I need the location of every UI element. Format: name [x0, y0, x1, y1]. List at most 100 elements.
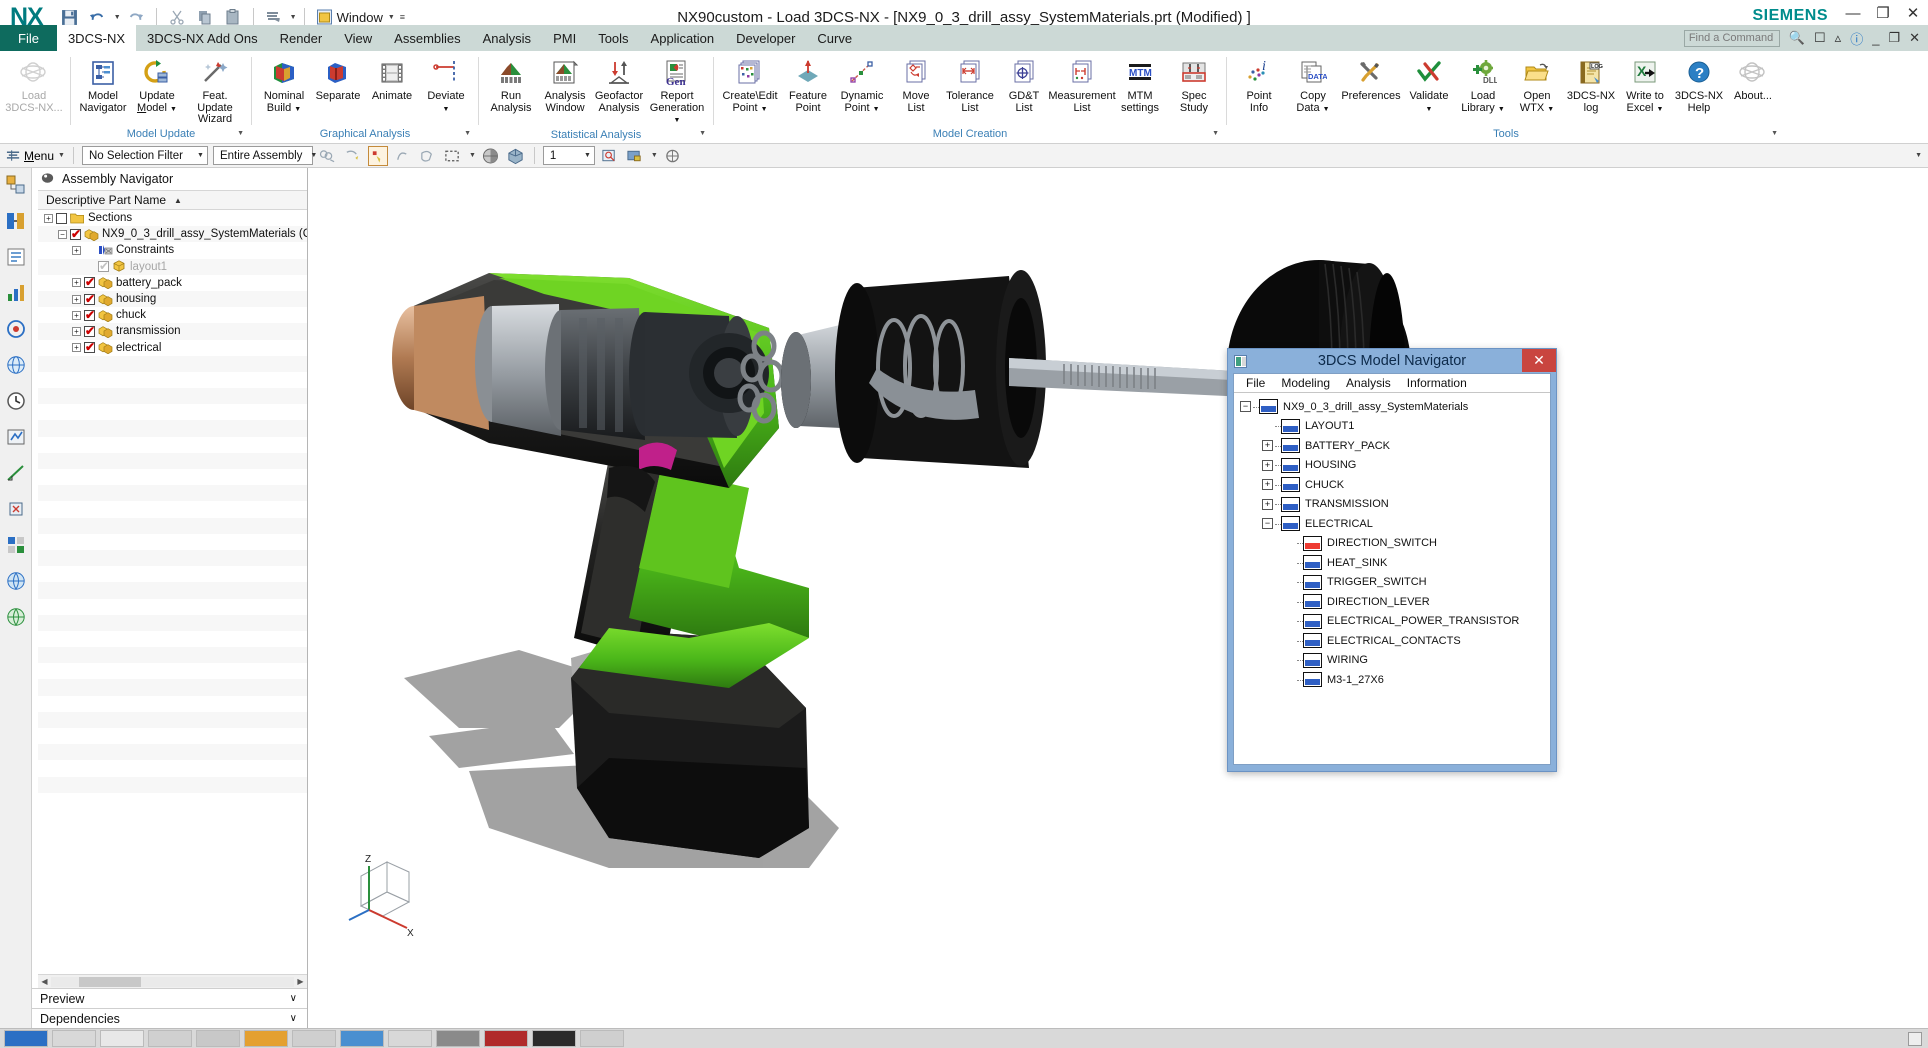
chevron-down-icon[interactable]: ∨: [290, 1013, 297, 1024]
validate-button[interactable]: Validate▼: [1402, 56, 1456, 116]
tab-view[interactable]: View: [333, 25, 383, 51]
taskbar-item[interactable]: [580, 1030, 624, 1047]
status-chip-blue[interactable]: [1303, 575, 1322, 590]
expand-icon[interactable]: +: [72, 246, 81, 255]
run-analysis-button[interactable]: RunAnalysis: [484, 56, 538, 115]
select-face-icon[interactable]: [418, 146, 438, 166]
taskbar-item[interactable]: [100, 1030, 144, 1047]
create-edit-point-button[interactable]: Create\EditPoint ▼: [719, 56, 781, 116]
model-navigator-row[interactable]: −NX9_0_3_drill_assy_SystemMaterials: [1238, 397, 1548, 417]
assembly-tree[interactable]: +Sections−NX9_0_3_drill_assy_SystemMater…: [38, 210, 307, 974]
paste-special-caret[interactable]: ▼: [290, 14, 297, 21]
restore-icon[interactable]: ❐: [1874, 4, 1892, 22]
hscroll-thumb[interactable]: [79, 977, 141, 987]
model-navigator-row[interactable]: HEAT_SINK: [1238, 553, 1548, 573]
status-chip-blue[interactable]: [1303, 614, 1322, 629]
dialog-menu-information[interactable]: Information: [1399, 376, 1475, 390]
taskbar-item[interactable]: [340, 1030, 384, 1047]
status-chip-blue[interactable]: [1281, 438, 1300, 453]
model-navigator-row[interactable]: −ELECTRICAL: [1238, 514, 1548, 534]
animate-button[interactable]: Animate: [365, 56, 419, 104]
expand-icon[interactable]: +: [72, 311, 81, 320]
tab-assemblies[interactable]: Assemblies: [383, 25, 471, 51]
close-icon[interactable]: ✕: [1904, 4, 1922, 22]
shaded-icon[interactable]: [481, 146, 501, 166]
status-chip-blue[interactable]: [1281, 516, 1300, 531]
taskbar-item[interactable]: [484, 1030, 528, 1047]
3dcs-nx-log-button[interactable]: LOG 3DCS-NXlog: [1564, 56, 1618, 115]
part-visibility-checkbox[interactable]: [98, 261, 109, 272]
dialog-menu-file[interactable]: File: [1238, 376, 1273, 390]
analysis-window-button[interactable]: AnalysisWindow: [538, 56, 592, 115]
spec-study-button[interactable]: SpecStudy: [1167, 56, 1221, 115]
collapse-icon[interactable]: −: [1262, 518, 1273, 529]
solid-icon[interactable]: [506, 146, 526, 166]
preferences-button[interactable]: Preferences: [1340, 56, 1402, 104]
model-navigator-row[interactable]: +CHUCK: [1238, 475, 1548, 495]
search-icon[interactable]: 🔍: [1789, 30, 1805, 46]
tab-analysis[interactable]: Analysis: [472, 25, 542, 51]
scroll-right-icon[interactable]: ▶: [294, 977, 307, 986]
web-browser-rail-icon[interactable]: [3, 352, 29, 378]
globe-rail-icon[interactable]: [3, 568, 29, 594]
status-chip-blue[interactable]: [1281, 477, 1300, 492]
expand-icon[interactable]: +: [72, 343, 81, 352]
window-menu[interactable]: Window ▼ ≡: [316, 9, 405, 25]
part-visibility-checkbox[interactable]: [84, 294, 95, 305]
taskbar-item[interactable]: [532, 1030, 576, 1047]
selection-filter-combo[interactable]: No Selection Filter ▼: [82, 146, 208, 165]
status-chip-blue[interactable]: [1303, 672, 1322, 687]
model-navigator-row[interactable]: LAYOUT1: [1238, 417, 1548, 437]
part-visibility-checkbox[interactable]: [84, 277, 95, 288]
chevron-down-icon[interactable]: ∨: [290, 993, 297, 1004]
geofactor-analysis-button[interactable]: GeofactorAnalysis: [592, 56, 646, 115]
gdt-list-button[interactable]: GD&TList: [997, 56, 1051, 115]
tab-file[interactable]: File: [0, 25, 57, 51]
nominal-build-button[interactable]: NominalBuild ▼: [257, 56, 311, 116]
tab-tools[interactable]: Tools: [587, 25, 639, 51]
dialog-menu-modeling[interactable]: Modeling: [1273, 376, 1338, 390]
3dcs-nx-help-button[interactable]: ? 3DCS-NXHelp: [1672, 56, 1726, 115]
model-navigator-row[interactable]: ELECTRICAL_CONTACTS: [1238, 631, 1548, 651]
group-expand-caret[interactable]: ▼: [699, 127, 706, 141]
taskbar-item[interactable]: [388, 1030, 432, 1047]
dialog-close-button[interactable]: ✕: [1522, 349, 1556, 372]
feat-update-wizard-button[interactable]: Feat. UpdateWizard: [184, 56, 246, 127]
taskbar-item[interactable]: [148, 1030, 192, 1047]
assembly-tree-row[interactable]: −NX9_0_3_drill_assy_SystemMaterials (C: [38, 226, 307, 242]
expand-icon[interactable]: +: [1262, 479, 1273, 490]
collab-rail-icon[interactable]: [3, 604, 29, 630]
render-style-icon[interactable]: [625, 146, 645, 166]
assembly-tree-row[interactable]: +battery_pack: [38, 275, 307, 291]
measure-rail-icon[interactable]: [3, 460, 29, 486]
assembly-tree-row[interactable]: +housing: [38, 291, 307, 307]
assembly-tree-row[interactable]: +transmission: [38, 323, 307, 339]
expand-icon[interactable]: +: [72, 327, 81, 336]
rect-select-caret[interactable]: ▼: [469, 152, 476, 159]
history-rail-icon[interactable]: [3, 388, 29, 414]
sort-ascending-icon[interactable]: ▲: [174, 196, 182, 205]
dialog-menu-analysis[interactable]: Analysis: [1338, 376, 1399, 390]
assembly-tree-row[interactable]: +Sections: [38, 210, 307, 226]
assembly-tree-row[interactable]: +Constraints: [38, 242, 307, 258]
3dcs-model-navigator-dialog[interactable]: 3DCS Model Navigator ✕ File Modeling Ana…: [1227, 348, 1557, 772]
status-chip-blue[interactable]: [1303, 653, 1322, 668]
model-navigator-row[interactable]: DIRECTION_SWITCH: [1238, 534, 1548, 554]
restore-window-icon[interactable]: ☐: [1814, 30, 1826, 46]
hscroll-track[interactable]: [51, 977, 294, 987]
graphics-viewport[interactable]: Z X: [309, 168, 1928, 1028]
select-general-icon[interactable]: [318, 146, 338, 166]
dynamic-point-button[interactable]: DynamicPoint ▼: [835, 56, 889, 116]
part-visibility-checkbox[interactable]: [70, 229, 81, 240]
part-visibility-checkbox[interactable]: [84, 310, 95, 321]
system-scene-rail-icon[interactable]: [3, 532, 29, 558]
hd3d-rail-icon[interactable]: [3, 316, 29, 342]
expand-icon[interactable]: +: [1262, 440, 1273, 451]
measurement-list-button[interactable]: MeasurementList: [1051, 56, 1113, 115]
tab-pmi[interactable]: PMI: [542, 25, 587, 51]
about-button[interactable]: About...: [1726, 56, 1780, 104]
window-menu-caret[interactable]: ▼: [388, 14, 395, 21]
part-visibility-checkbox[interactable]: [84, 342, 95, 353]
collapse-ribbon-icon[interactable]: ▵: [1835, 30, 1842, 46]
group-expand-caret[interactable]: ▼: [1212, 127, 1219, 141]
